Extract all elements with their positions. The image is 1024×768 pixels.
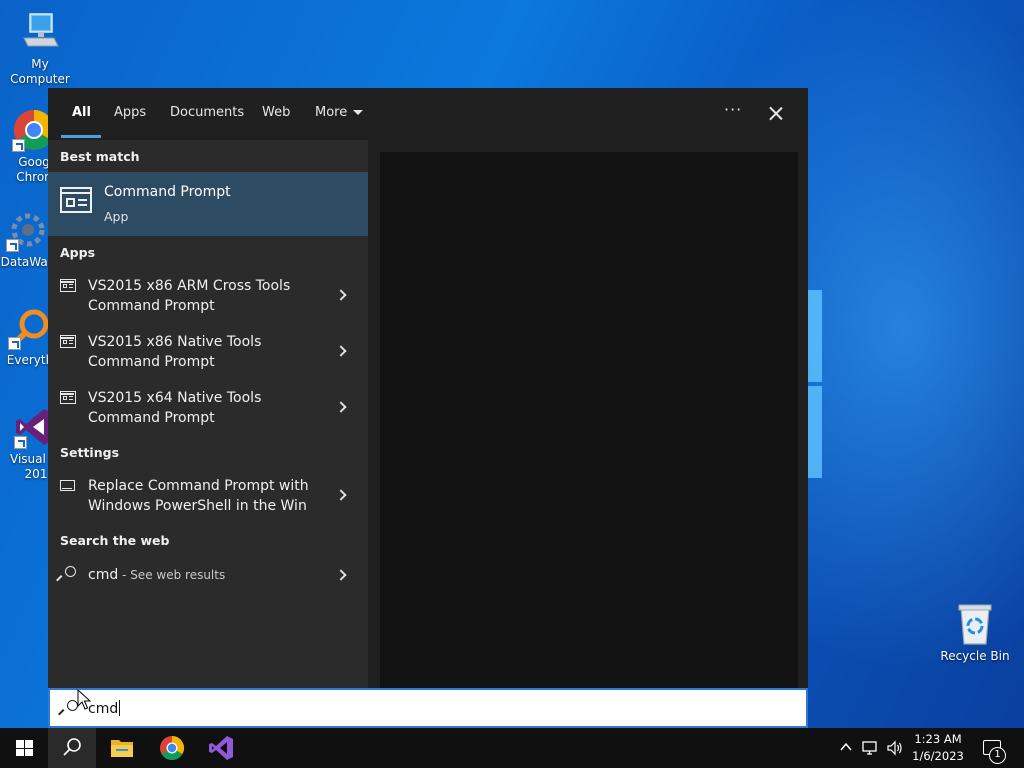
settings-result-replace-cmd[interactable]: Replace Command Prompt with Windows Powe…: [48, 476, 368, 520]
preview-pane: [380, 152, 798, 688]
chevron-right-icon[interactable]: [335, 401, 347, 413]
best-match-subtitle: App: [104, 209, 129, 224]
taskbar-visual-studio[interactable]: [197, 728, 245, 768]
clock[interactable]: 1:23 AM 1/6/2023: [908, 732, 968, 763]
command-prompt-icon: [60, 187, 92, 213]
shortcut-arrow-icon: [14, 436, 27, 449]
shortcut-arrow-icon: [8, 337, 21, 350]
search-icon: [56, 566, 76, 582]
section-apps: Apps: [60, 245, 96, 260]
tab-more-label: More: [315, 105, 348, 120]
shortcut-arrow-icon: [6, 239, 19, 252]
desktop-icon-recycle-bin[interactable]: Recycle Bin: [935, 602, 1015, 664]
search-icon: [58, 700, 78, 716]
result-label: VS2015 x86 ARM Cross Tools Command Promp…: [88, 278, 291, 314]
close-icon[interactable]: [764, 102, 788, 126]
chevron-right-icon[interactable]: [335, 489, 347, 501]
app-result-vs2015-x86-arm[interactable]: VS2015 x86 ARM Cross Tools Command Promp…: [48, 276, 368, 320]
tab-more[interactable]: More: [315, 105, 364, 120]
visual-studio-icon: [209, 736, 233, 760]
active-tab-indicator: [61, 135, 101, 138]
datawag-icon: [6, 208, 50, 252]
shortcut-arrow-icon: [12, 139, 25, 152]
app-result-vs2015-x86-native[interactable]: VS2015 x86 Native Tools Command Prompt: [48, 332, 368, 376]
command-prompt-icon: [60, 279, 76, 292]
result-label: cmd - See web results: [88, 567, 226, 583]
notification-badge: 1: [989, 747, 1006, 764]
chevron-up-icon[interactable]: [839, 740, 853, 754]
result-label: Replace Command Prompt with Windows Powe…: [88, 478, 309, 514]
best-match-command-prompt[interactable]: Command Prompt App: [48, 172, 368, 236]
web-result-cmd[interactable]: cmd - See web results: [48, 564, 368, 588]
text-caret: [119, 700, 121, 716]
command-prompt-icon: [60, 391, 76, 404]
result-label: VS2015 x86 Native Tools Command Prompt: [88, 334, 262, 370]
desktop-icon-label: Recycle Bin: [940, 649, 1010, 663]
network-icon[interactable]: [862, 740, 880, 756]
tab-web[interactable]: Web: [262, 105, 290, 120]
desktop-icon-label: My Computer: [10, 57, 70, 86]
search-flyout: All Apps Documents Web More ··· Best mat…: [48, 88, 808, 688]
chevron-right-icon[interactable]: [335, 569, 347, 581]
desktop-icon-my-computer[interactable]: My Computer: [0, 10, 80, 87]
everything-icon: [8, 306, 52, 350]
tab-documents[interactable]: Documents: [170, 105, 244, 120]
app-result-vs2015-x64-native[interactable]: VS2015 x64 Native Tools Command Prompt: [48, 388, 368, 432]
section-settings: Settings: [60, 445, 120, 460]
start-button[interactable]: [0, 728, 48, 768]
chevron-right-icon[interactable]: [335, 289, 347, 301]
wallpaper-logo-pane: [808, 290, 822, 382]
tab-apps[interactable]: Apps: [114, 105, 146, 120]
taskbar: 1:23 AM 1/6/2023: [0, 728, 1024, 768]
search-icon: [63, 738, 81, 756]
recycle-bin-icon: [953, 602, 997, 646]
best-match-title: Command Prompt: [104, 184, 231, 200]
clock-date: 1/6/2023: [912, 749, 964, 763]
volume-icon[interactable]: [886, 740, 904, 756]
chevron-right-icon[interactable]: [335, 345, 347, 357]
results-pane: Best match Command Prompt App Apps VS201…: [48, 140, 368, 688]
monitor-settings-icon: [60, 480, 75, 491]
result-label: VS2015 x64 Native Tools Command Prompt: [88, 390, 262, 426]
clock-time: 1:23 AM: [914, 732, 962, 746]
ellipsis-icon[interactable]: ···: [724, 100, 742, 119]
wallpaper-logo-pane: [808, 386, 822, 478]
chevron-down-icon: [353, 110, 364, 115]
taskbar-search-button[interactable]: [48, 728, 96, 768]
tab-all[interactable]: All: [72, 105, 91, 120]
taskbar-file-explorer[interactable]: [98, 728, 146, 768]
section-best-match: Best match: [60, 149, 140, 164]
search-input[interactable]: cmd: [88, 700, 121, 717]
windows-logo-icon: [16, 740, 33, 756]
file-explorer-icon: [111, 740, 133, 757]
chrome-icon: [160, 736, 185, 761]
section-search-web: Search the web: [60, 533, 170, 548]
computer-icon: [18, 10, 62, 54]
command-prompt-icon: [60, 335, 76, 348]
search-box[interactable]: cmd: [48, 688, 808, 728]
taskbar-chrome[interactable]: [148, 728, 196, 768]
search-tab-bar: All Apps Documents Web More ···: [48, 88, 808, 140]
